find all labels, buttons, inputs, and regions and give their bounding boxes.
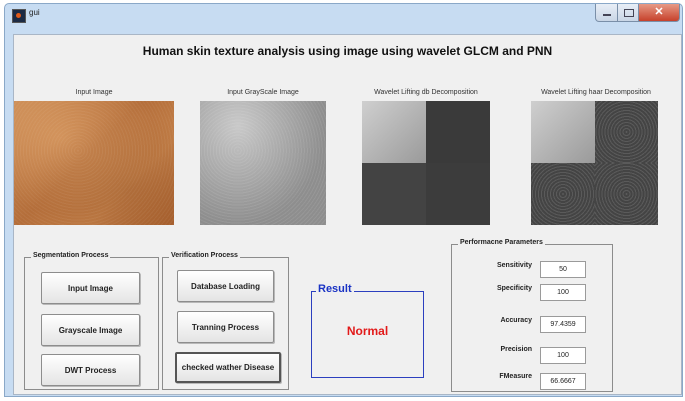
minimize-icon[interactable] xyxy=(595,4,619,22)
grayscale-image-label: Input GrayScale Image xyxy=(227,89,299,96)
window-title: gui xyxy=(29,8,40,17)
fmeasure-label: FMeasure xyxy=(499,373,532,380)
input-image-label: Input Image xyxy=(75,89,113,96)
matlab-figure-icon xyxy=(12,9,26,23)
title-bar[interactable]: gui ✕ xyxy=(5,4,682,30)
figure-client-area: Human skin texture analysis using image … xyxy=(13,34,682,395)
precision-value: 100 xyxy=(540,347,586,364)
input-image-button[interactable]: Input Image xyxy=(41,272,140,304)
grayscale-image-button[interactable]: Grayscale Image xyxy=(41,314,140,346)
database-loading-button[interactable]: Database Loading xyxy=(177,270,274,302)
segmentation-panel-title: Segmentation Process xyxy=(31,252,111,259)
grayscale-image-axes xyxy=(200,101,326,225)
db-decomposition-axes xyxy=(362,101,490,225)
dwt-process-button[interactable]: DWT Process xyxy=(41,354,140,386)
specificity-value: 100 xyxy=(540,284,586,301)
result-panel: Result Normal xyxy=(311,283,424,378)
precision-label: Precision xyxy=(500,346,532,353)
accuracy-value: 97.4359 xyxy=(540,316,586,333)
verification-panel: Verification Process Database Loading Tr… xyxy=(162,252,289,390)
specificity-label: Specificity xyxy=(496,285,532,292)
result-value: Normal xyxy=(346,324,389,338)
haar-decomposition-label: Wavelet Lifting haar Decomposition xyxy=(541,89,651,96)
training-process-button[interactable]: Tranning Process xyxy=(177,311,274,343)
result-panel-title: Result xyxy=(316,283,354,295)
page-title: Human skin texture analysis using image … xyxy=(142,44,553,58)
performance-panel-title: Performacne Parameters xyxy=(458,239,545,246)
verification-panel-title: Verification Process xyxy=(169,252,240,259)
app-window: gui ✕ Human skin texture analysis using … xyxy=(4,3,683,397)
input-image-axes xyxy=(14,101,174,225)
performance-panel: Performacne Parameters Sensitivity 50 Sp… xyxy=(451,239,613,392)
accuracy-label: Accuracy xyxy=(500,317,532,324)
maximize-icon[interactable] xyxy=(617,4,640,22)
check-disease-button[interactable]: checked wather Disease xyxy=(175,352,281,383)
db-decomposition-label: Wavelet Lifting db Decomposition xyxy=(374,89,478,96)
segmentation-panel: Segmentation Process Input Image Graysca… xyxy=(24,252,159,390)
close-icon[interactable]: ✕ xyxy=(638,4,680,22)
fmeasure-value: 66.6667 xyxy=(540,373,586,390)
haar-decomposition-axes xyxy=(531,101,658,225)
sensitivity-label: Sensitivity xyxy=(496,262,532,269)
sensitivity-value: 50 xyxy=(540,261,586,278)
